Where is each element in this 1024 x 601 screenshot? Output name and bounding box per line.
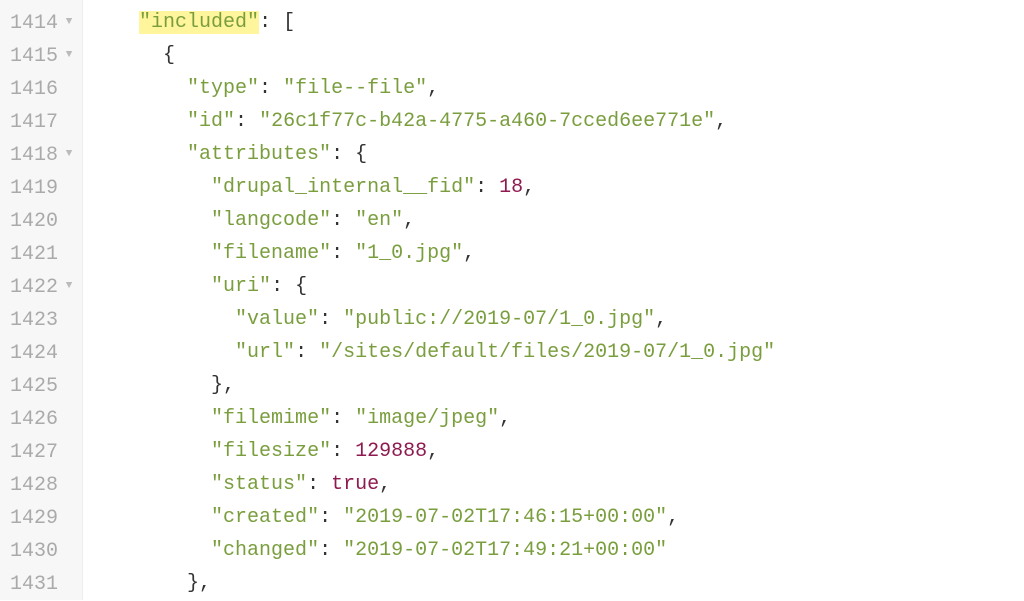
code-line: { xyxy=(91,39,1024,72)
fold-toggle-icon[interactable]: ▼ xyxy=(62,270,76,303)
line-number: 1418▼ xyxy=(10,138,76,171)
json-string: "en" xyxy=(355,209,403,232)
line-number: 1431▼ xyxy=(10,567,76,600)
line-number: 1427▼ xyxy=(10,435,76,468)
line-number: 1416▼ xyxy=(10,72,76,105)
json-key: "filemime" xyxy=(211,407,331,430)
code-line: "type": "file--file", xyxy=(91,72,1024,105)
json-key: "langcode" xyxy=(211,209,331,232)
code-line: }, xyxy=(91,369,1024,402)
line-number-gutter: 1414▼ 1415▼ 1416▼ 1417▼ 1418▼ 1419▼ 1420… xyxy=(0,0,83,600)
json-key: "id" xyxy=(187,110,235,133)
json-key: "uri" xyxy=(211,275,271,298)
line-number: 1419▼ xyxy=(10,171,76,204)
code-line: }, xyxy=(91,567,1024,600)
json-key: "url" xyxy=(235,341,295,364)
line-number: 1414▼ xyxy=(10,6,76,39)
code-line: "id": "26c1f77c-b42a-4775-a460-7cced6ee7… xyxy=(91,105,1024,138)
code-line: "changed": "2019-07-02T17:49:21+00:00" xyxy=(91,534,1024,567)
line-number: 1421▼ xyxy=(10,237,76,270)
json-string: "file--file" xyxy=(283,77,427,100)
json-number: 18 xyxy=(499,176,523,199)
fold-toggle-icon[interactable]: ▼ xyxy=(62,39,76,72)
code-line: "filesize": 129888, xyxy=(91,435,1024,468)
line-number: 1430▼ xyxy=(10,534,76,567)
json-key: "drupal_internal__fid" xyxy=(211,176,475,199)
json-string: "/sites/default/files/2019-07/1_0.jpg" xyxy=(319,341,775,364)
json-key-highlighted: "included" xyxy=(139,11,259,34)
json-key: "created" xyxy=(211,506,319,529)
json-string: "2019-07-02T17:46:15+00:00" xyxy=(343,506,667,529)
json-string: "26c1f77c-b42a-4775-a460-7cced6ee771e" xyxy=(259,110,715,133)
code-line: "filename": "1_0.jpg", xyxy=(91,237,1024,270)
json-number: 129888 xyxy=(355,440,427,463)
json-string: "image/jpeg" xyxy=(355,407,499,430)
line-number: 1426▼ xyxy=(10,402,76,435)
code-line: "uri": { xyxy=(91,270,1024,303)
json-key: "attributes" xyxy=(187,143,331,166)
json-key: "type" xyxy=(187,77,259,100)
line-number: 1423▼ xyxy=(10,303,76,336)
code-line: "included": [ xyxy=(91,6,1024,39)
code-line: "filemime": "image/jpeg", xyxy=(91,402,1024,435)
line-number: 1425▼ xyxy=(10,369,76,402)
code-line: "created": "2019-07-02T17:46:15+00:00", xyxy=(91,501,1024,534)
json-key: "value" xyxy=(235,308,319,331)
json-key: "status" xyxy=(211,473,307,496)
line-number: 1422▼ xyxy=(10,270,76,303)
code-line: "status": true, xyxy=(91,468,1024,501)
line-number: 1420▼ xyxy=(10,204,76,237)
code-line: "drupal_internal__fid": 18, xyxy=(91,171,1024,204)
json-key: "filename" xyxy=(211,242,331,265)
json-string: "public://2019-07/1_0.jpg" xyxy=(343,308,655,331)
line-number: 1424▼ xyxy=(10,336,76,369)
line-number: 1415▼ xyxy=(10,39,76,72)
json-boolean: true xyxy=(331,473,379,496)
line-number: 1429▼ xyxy=(10,501,76,534)
code-line: "value": "public://2019-07/1_0.jpg", xyxy=(91,303,1024,336)
json-string: "2019-07-02T17:49:21+00:00" xyxy=(343,539,667,562)
json-string: "1_0.jpg" xyxy=(355,242,463,265)
json-key: "changed" xyxy=(211,539,319,562)
fold-toggle-icon[interactable]: ▼ xyxy=(62,138,76,171)
code-line: "attributes": { xyxy=(91,138,1024,171)
line-number: 1428▼ xyxy=(10,468,76,501)
code-editor[interactable]: "included": [ { "type": "file--file", "i… xyxy=(83,0,1024,600)
fold-toggle-icon[interactable]: ▼ xyxy=(62,6,76,39)
json-key: "filesize" xyxy=(211,440,331,463)
code-line: "langcode": "en", xyxy=(91,204,1024,237)
code-line: "url": "/sites/default/files/2019-07/1_0… xyxy=(91,336,1024,369)
line-number: 1417▼ xyxy=(10,105,76,138)
